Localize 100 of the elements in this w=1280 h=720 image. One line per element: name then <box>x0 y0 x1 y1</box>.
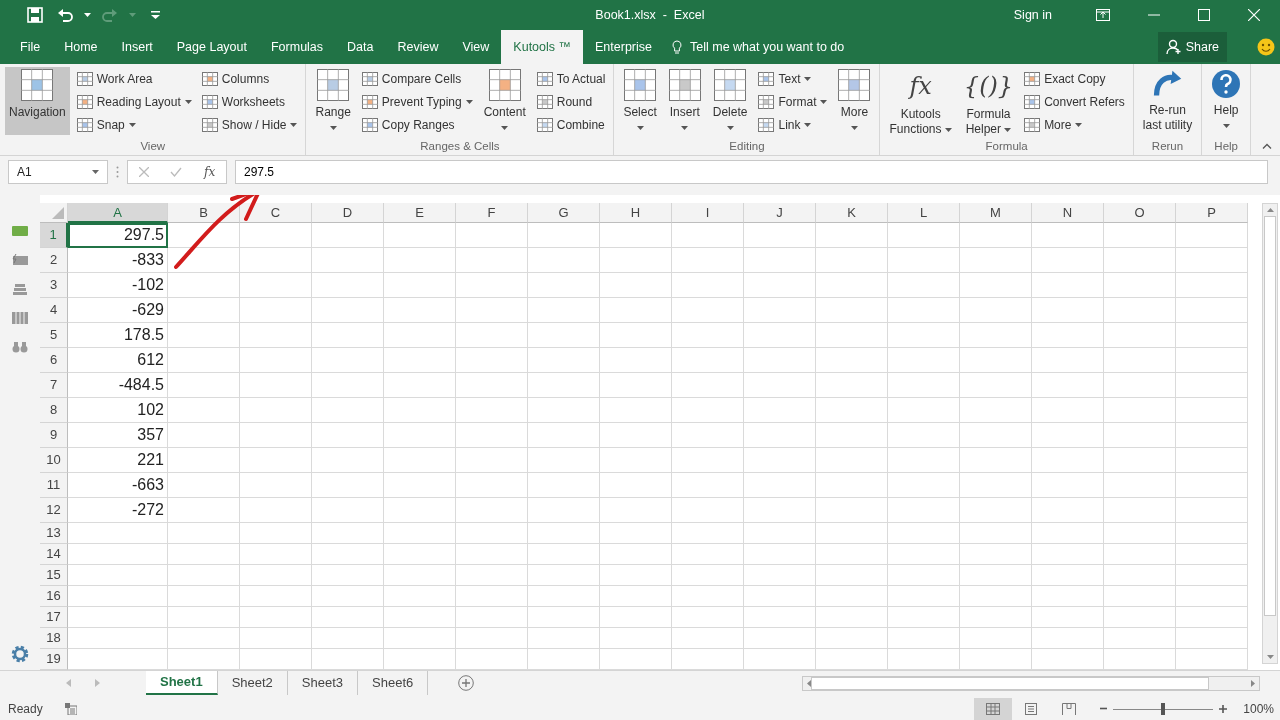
row-header[interactable]: 13 <box>40 523 68 544</box>
share-button[interactable]: Share <box>1157 32 1227 62</box>
row-header[interactable]: 4 <box>40 298 68 323</box>
insert-function-button[interactable]: fx <box>204 163 216 181</box>
table-cell[interactable]: 357 <box>68 423 168 448</box>
ribbon-button[interactable]: Content <box>479 67 530 135</box>
table-cell[interactable]: -484.5 <box>68 373 168 398</box>
group-label: Formula <box>984 139 1029 154</box>
column-header[interactable]: G <box>528 203 600 223</box>
ribbon-tab[interactable]: View <box>450 30 502 64</box>
table-cell[interactable]: 102 <box>68 398 168 423</box>
sheet-tab[interactable]: Sheet6 <box>358 671 429 695</box>
column-header[interactable]: I <box>672 203 744 223</box>
ribbon-button[interactable]: Delete <box>708 67 752 135</box>
ribbon-button[interactable]: fx Kutools Functions <box>885 67 956 135</box>
ribbon-button[interactable]: Reading Layout <box>73 90 195 113</box>
ribbon-button[interactable]: To Actual <box>533 67 609 90</box>
ribbon-button[interactable]: Round <box>533 90 609 113</box>
row-header[interactable]: 17 <box>40 607 68 628</box>
column-header[interactable]: E <box>384 203 456 223</box>
table-cell[interactable]: 297.5 <box>68 223 168 248</box>
column-header[interactable]: L <box>888 203 960 223</box>
ribbon-button[interactable]: More <box>1021 113 1128 136</box>
ribbon-button[interactable]: Exact Copy <box>1021 67 1128 90</box>
status-text: Ready <box>8 700 43 718</box>
column-header[interactable]: N <box>1032 203 1104 223</box>
table-cell[interactable]: -629 <box>68 298 168 323</box>
tell-me-search[interactable]: Tell me what you want to do <box>690 37 845 57</box>
row-header[interactable]: 19 <box>40 649 68 670</box>
row-header[interactable]: 1 <box>40 223 68 248</box>
formula-field[interactable]: 297.5 <box>235 160 1268 184</box>
ribbon-button[interactable]: Navigation <box>5 67 70 135</box>
column-header[interactable]: C <box>240 203 312 223</box>
row-header[interactable]: 6 <box>40 348 68 373</box>
row-header[interactable]: 5 <box>40 323 68 348</box>
column-header[interactable]: M <box>960 203 1032 223</box>
sheet-tab[interactable]: Sheet2 <box>217 671 288 695</box>
ribbon-button[interactable]: Select <box>619 67 661 135</box>
ribbon-button[interactable]: Format <box>755 90 831 113</box>
ribbon-tab[interactable]: Enterprise <box>583 30 664 64</box>
table-cell[interactable]: -272 <box>68 498 168 523</box>
ribbon-button[interactable]: Range <box>311 67 355 135</box>
row-header[interactable]: 18 <box>40 628 68 649</box>
ribbon-tab[interactable]: File <box>8 30 53 64</box>
column-header[interactable]: A <box>68 203 168 223</box>
ribbon-button[interactable]: Worksheets <box>198 90 301 113</box>
ribbon-button[interactable]: Help <box>1207 67 1246 135</box>
ribbon-button[interactable]: Text <box>755 67 831 90</box>
column-header[interactable]: B <box>168 203 240 223</box>
row-header[interactable]: 7 <box>40 373 68 398</box>
ribbon-tab[interactable]: Review <box>385 30 451 64</box>
column-header[interactable]: H <box>600 203 672 223</box>
ribbon-button[interactable]: Compare Cells <box>358 67 476 90</box>
ribbon-tab[interactable]: Home <box>52 30 110 64</box>
ribbon-tab[interactable]: Kutools ™ <box>501 30 583 64</box>
ribbon-tab[interactable]: Formulas <box>258 30 336 64</box>
column-header[interactable]: J <box>744 203 816 223</box>
ribbon-button[interactable]: Work Area <box>73 67 195 90</box>
row-header[interactable]: 9 <box>40 423 68 448</box>
row-header[interactable]: 8 <box>40 398 68 423</box>
ribbon-button[interactable]: Link <box>755 113 831 136</box>
table-cell[interactable]: -663 <box>68 473 168 498</box>
ribbon-button[interactable]: Convert Refers <box>1021 90 1128 113</box>
row-header[interactable]: 15 <box>40 565 68 586</box>
sign-in-link[interactable]: Sign in <box>1013 5 1052 25</box>
table-cell[interactable]: -833 <box>68 248 168 273</box>
ribbon-button[interactable]: Insert <box>664 67 705 135</box>
ribbon-button[interactable]: Snap <box>73 113 195 136</box>
column-header[interactable]: K <box>816 203 888 223</box>
column-header[interactable]: O <box>1104 203 1176 223</box>
ribbon-button[interactable]: {()} Formula Helper <box>959 67 1018 135</box>
ribbon-button[interactable]: Prevent Typing <box>358 90 476 113</box>
row-header[interactable]: 12 <box>40 498 68 523</box>
row-header[interactable]: 11 <box>40 473 68 498</box>
ribbon-button[interactable]: Copy Ranges <box>358 113 476 136</box>
ribbon-button[interactable]: More <box>834 67 875 135</box>
table-cell[interactable]: 612 <box>68 348 168 373</box>
column-header[interactable]: P <box>1176 203 1248 223</box>
column-header[interactable]: F <box>456 203 528 223</box>
row-header[interactable]: 14 <box>40 544 68 565</box>
ribbon-tab[interactable]: Data <box>335 30 386 64</box>
ribbon-tab[interactable]: Page Layout <box>164 30 259 64</box>
table-cell[interactable]: -102 <box>68 273 168 298</box>
ribbon-button[interactable]: Re-run last utility <box>1138 67 1197 135</box>
name-box[interactable]: A1 <box>8 160 108 184</box>
sheet-tab[interactable]: Sheet1 <box>146 671 218 695</box>
table-cell[interactable]: 178.5 <box>68 323 168 348</box>
row-header[interactable]: 10 <box>40 448 68 473</box>
ribbon-button[interactable]: Combine <box>533 113 609 136</box>
column-header[interactable]: D <box>312 203 384 223</box>
ribbon-tab[interactable]: Insert <box>109 30 165 64</box>
row-header[interactable]: 2 <box>40 248 68 273</box>
zoom-percent[interactable]: 100% <box>1243 699 1274 718</box>
ribbon-button[interactable]: Show / Hide <box>198 113 301 136</box>
window-title: Book1.xlsx - Excel <box>595 7 705 22</box>
sheet-tab[interactable]: Sheet3 <box>287 671 359 695</box>
row-header[interactable]: 3 <box>40 273 68 298</box>
table-cell[interactable]: 221 <box>68 448 168 473</box>
row-header[interactable]: 16 <box>40 586 68 607</box>
ribbon-button[interactable]: Columns <box>198 67 301 90</box>
